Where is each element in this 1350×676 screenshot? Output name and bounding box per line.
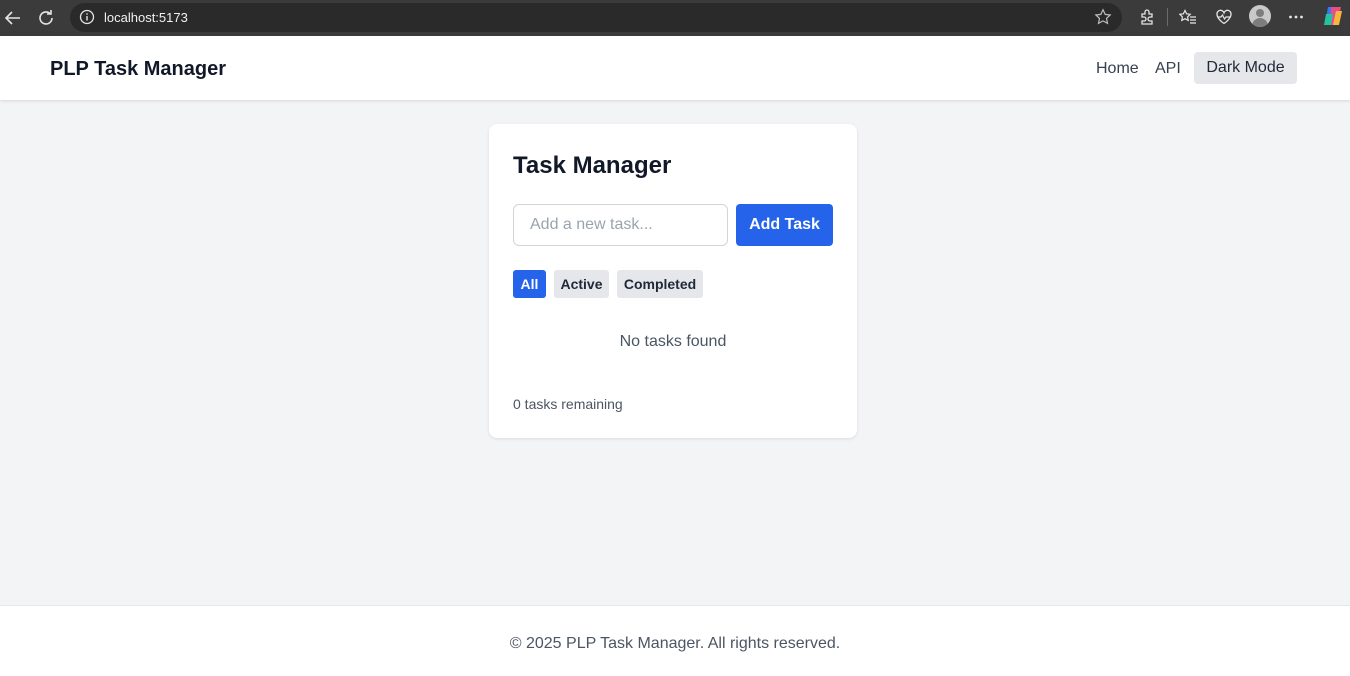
back-arrow-icon[interactable] xyxy=(0,5,26,31)
dark-mode-button[interactable]: Dark Mode xyxy=(1194,52,1297,84)
profile-avatar[interactable] xyxy=(1249,5,1271,27)
health-icon[interactable] xyxy=(1213,6,1235,28)
filter-completed-button[interactable]: Completed xyxy=(617,270,703,298)
star-icon[interactable] xyxy=(1094,8,1112,26)
address-bar[interactable]: localhost:5173 xyxy=(70,3,1122,32)
filter-active-button[interactable]: Active xyxy=(554,270,609,298)
more-icon[interactable] xyxy=(1285,6,1307,28)
footer-copyright: © 2025 PLP Task Manager. All rights rese… xyxy=(509,635,841,652)
extensions-icon[interactable] xyxy=(1136,6,1158,28)
brand-title[interactable]: PLP Task Manager xyxy=(50,58,226,81)
browser-toolbar: localhost:5173 xyxy=(0,0,1350,36)
nav-home-link[interactable]: Home xyxy=(1096,60,1139,78)
app-header: PLP Task Manager Home API Dark Mode xyxy=(0,36,1350,100)
tasks-remaining-count: 0 tasks remaining xyxy=(513,396,623,412)
nav-api-link[interactable]: API xyxy=(1155,60,1181,78)
favorites-icon[interactable] xyxy=(1177,6,1199,28)
info-icon[interactable] xyxy=(79,9,95,25)
toolbar-divider xyxy=(1167,8,1168,26)
copilot-icon[interactable] xyxy=(1322,5,1344,27)
filter-all-button[interactable]: All xyxy=(513,270,546,298)
reload-icon[interactable] xyxy=(33,5,59,31)
task-manager-card: Task Manager Add Task All Active Complet… xyxy=(489,124,857,438)
page-footer: © 2025 PLP Task Manager. All rights rese… xyxy=(0,605,1350,676)
new-task-input[interactable] xyxy=(513,204,728,246)
card-title: Task Manager xyxy=(513,152,672,179)
add-task-button[interactable]: Add Task xyxy=(736,204,833,246)
empty-tasks-message: No tasks found xyxy=(619,333,727,350)
url-text[interactable]: localhost:5173 xyxy=(104,10,188,25)
